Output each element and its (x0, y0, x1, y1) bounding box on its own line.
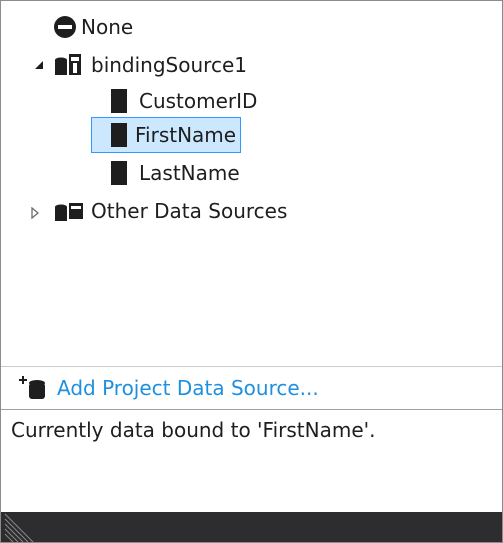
add-data-source-icon (19, 376, 45, 399)
tree-item-field-label: FirstName (135, 123, 237, 147)
collapse-arrow-icon[interactable] (33, 59, 45, 71)
field-icon (111, 161, 127, 185)
tree-item-field-selected[interactable]: FirstName (91, 117, 242, 153)
no-entry-icon (54, 16, 76, 38)
status-area: Currently data bound to 'FirstName'. (1, 409, 502, 514)
binding-source-icon (55, 54, 81, 75)
add-project-data-source-link[interactable]: Add Project Data Source... (1, 366, 502, 409)
tree-item-field[interactable]: CustomerID (109, 83, 261, 119)
selection-highlight: FirstName (91, 117, 242, 153)
tree-item-field[interactable]: LastName (109, 155, 244, 191)
tree-item-binding-source[interactable]: bindingSource1 (53, 47, 251, 83)
binding-tree: None bindingSource1 CustomerID FirstName… (1, 1, 502, 365)
tree-item-field-label: CustomerID (139, 89, 258, 113)
data-binding-panel: None bindingSource1 CustomerID FirstName… (0, 0, 503, 543)
tree-item-binding-source-label: bindingSource1 (91, 53, 247, 77)
add-project-data-source-label[interactable]: Add Project Data Source... (53, 371, 323, 405)
tree-item-field-label: LastName (139, 161, 240, 185)
tree-item-none[interactable]: None (53, 9, 137, 45)
field-icon (111, 123, 127, 147)
expand-arrow-icon[interactable] (29, 207, 41, 219)
data-sources-icon (55, 203, 83, 221)
resize-grip-icon[interactable] (1, 512, 41, 542)
status-text: Currently data bound to 'FirstName'. (11, 418, 376, 442)
tree-item-other-data-sources-label: Other Data Sources (91, 199, 288, 223)
field-icon (111, 89, 127, 113)
tree-item-other-data-sources[interactable]: Other Data Sources (53, 193, 291, 229)
tree-item-none-label: None (81, 15, 134, 39)
bottom-bar (1, 512, 502, 542)
